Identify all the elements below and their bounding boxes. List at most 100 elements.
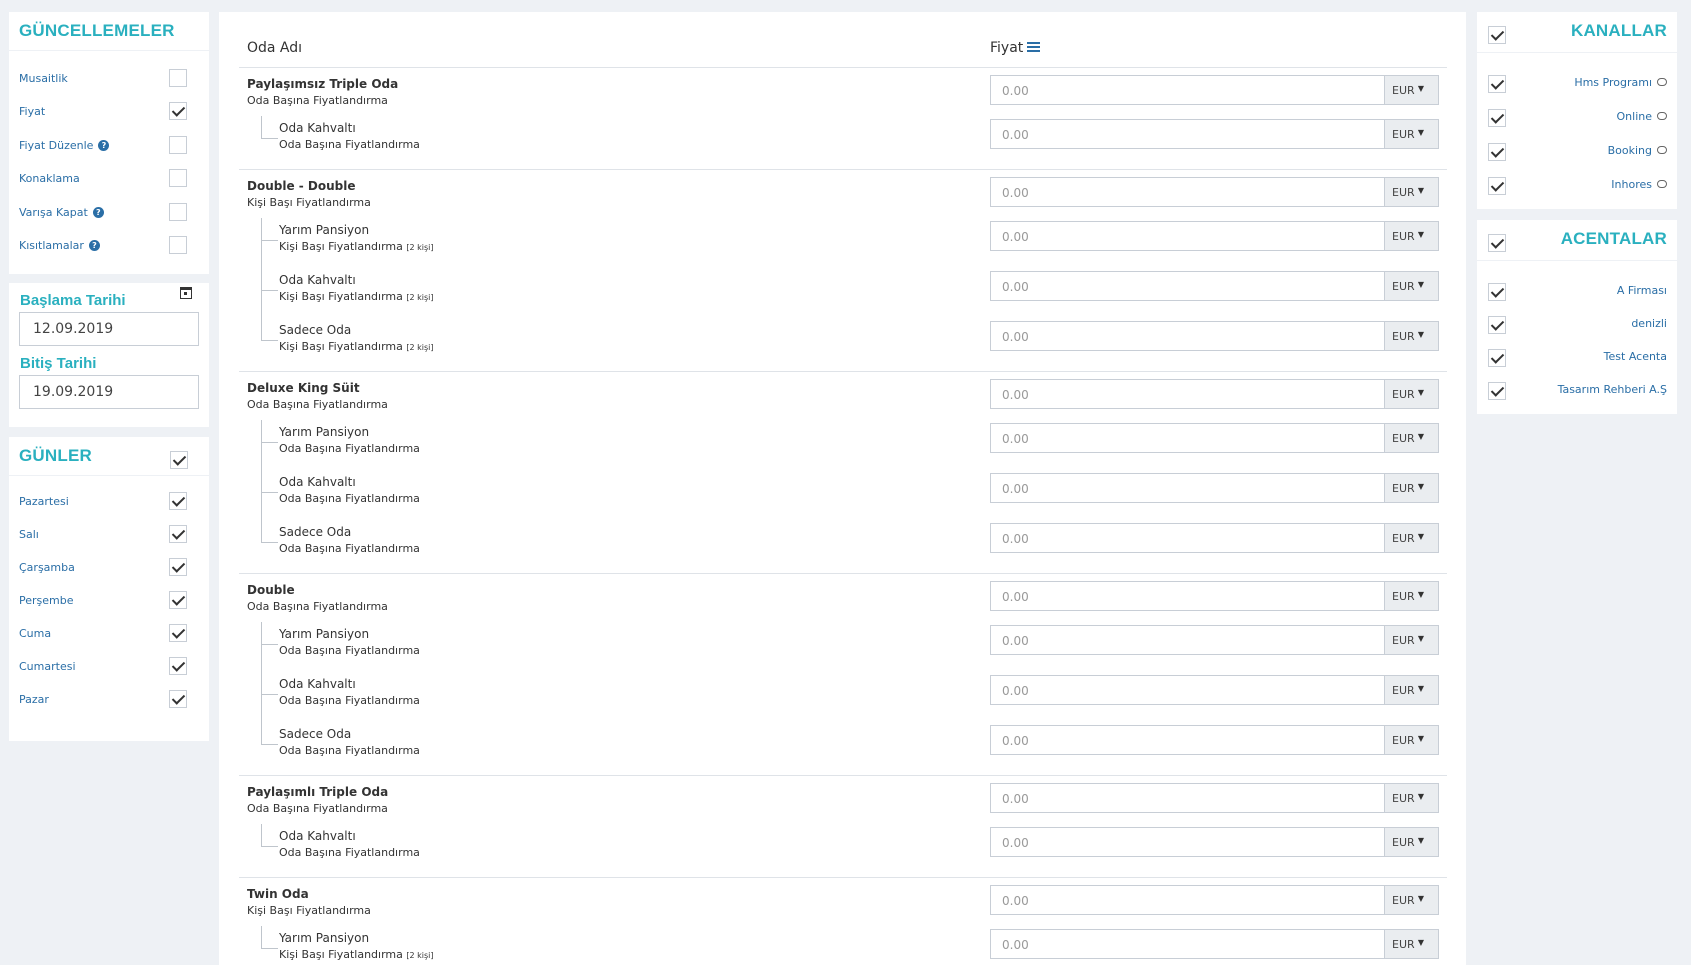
- day-label: Perşembe: [19, 594, 74, 607]
- agencies-all-checkbox[interactable]: [1488, 234, 1506, 252]
- comment-icon[interactable]: [1657, 146, 1667, 154]
- update-option-checkbox[interactable]: [169, 169, 187, 188]
- rate-plan-name: Yarım Pansiyon: [279, 223, 370, 237]
- agencies-item-label: Test Acenta: [1603, 350, 1667, 363]
- room-name: Paylaşımsız Triple Oda: [247, 77, 399, 91]
- rate-plan-pricing-type: Oda Başına Fiyatlandırma: [279, 846, 420, 859]
- currency-select[interactable]: EUR: [1384, 675, 1439, 705]
- currency-select[interactable]: EUR: [1384, 119, 1439, 149]
- room-pricing-type: Oda Başına Fiyatlandırma: [247, 802, 388, 815]
- rate-plan-name: Yarım Pansiyon: [279, 931, 370, 945]
- rate-plan-name: Oda Kahvaltı: [279, 677, 356, 691]
- currency-select[interactable]: EUR: [1384, 379, 1439, 409]
- price-input[interactable]: 0.00: [990, 523, 1384, 553]
- currency-select[interactable]: EUR: [1384, 75, 1439, 105]
- currency-select[interactable]: EUR: [1384, 177, 1439, 207]
- price-input[interactable]: 0.00: [990, 675, 1384, 705]
- price-input[interactable]: 0.00: [990, 379, 1384, 409]
- currency-select[interactable]: EUR: [1384, 271, 1439, 301]
- agencies-item-checkbox[interactable]: [1488, 283, 1506, 301]
- price-input[interactable]: 0.00: [990, 885, 1384, 915]
- price-input[interactable]: 0.00: [990, 119, 1384, 149]
- day-checkbox[interactable]: [169, 591, 187, 609]
- day-checkbox[interactable]: [169, 558, 187, 576]
- currency-select[interactable]: EUR: [1384, 725, 1439, 755]
- channels-item-label: Online: [1617, 110, 1667, 123]
- rate-plan-name: Oda Kahvaltı: [279, 121, 356, 135]
- update-option-checkbox[interactable]: [169, 102, 187, 121]
- price-input[interactable]: 0.00: [990, 725, 1384, 755]
- price-input[interactable]: 0.00: [990, 625, 1384, 655]
- update-option-checkbox[interactable]: [169, 202, 187, 221]
- list-icon[interactable]: [1027, 42, 1041, 52]
- help-icon[interactable]: ?: [98, 139, 110, 151]
- day-checkbox[interactable]: [169, 690, 187, 708]
- currency-select[interactable]: EUR: [1384, 827, 1439, 857]
- channels-item-checkbox[interactable]: [1488, 75, 1506, 93]
- currency-select[interactable]: EUR: [1384, 221, 1439, 251]
- guest-count-note: [2 kişi]: [406, 343, 434, 352]
- price-input[interactable]: 0.00: [990, 423, 1384, 453]
- channels-all-checkbox[interactable]: [1488, 26, 1506, 44]
- room-pricing-type: Kişi Başı Fiyatlandırma: [247, 196, 371, 209]
- rate-plan-name: Yarım Pansiyon: [279, 627, 370, 641]
- day-label: Salı: [19, 528, 39, 541]
- channels-item-checkbox[interactable]: [1488, 143, 1506, 161]
- calendar-icon[interactable]: [180, 287, 192, 299]
- day-label: Pazartesi: [19, 495, 69, 508]
- price-input[interactable]: 0.00: [990, 321, 1384, 351]
- day-checkbox[interactable]: [169, 657, 187, 675]
- room-name: Double - Double: [247, 179, 356, 193]
- help-icon[interactable]: ?: [88, 240, 100, 251]
- rate-plan-pricing-type: Oda Başına Fiyatlandırma: [279, 492, 420, 505]
- comment-icon[interactable]: [1657, 180, 1667, 188]
- currency-select[interactable]: EUR: [1384, 929, 1439, 959]
- currency-select[interactable]: EUR: [1384, 423, 1439, 453]
- price-input[interactable]: 0.00: [990, 929, 1384, 959]
- price-input[interactable]: 0.00: [990, 473, 1384, 503]
- currency-select[interactable]: EUR: [1384, 581, 1439, 611]
- currency-select[interactable]: EUR: [1384, 321, 1439, 351]
- day-checkbox[interactable]: [169, 492, 187, 510]
- price-input[interactable]: 0.00: [990, 827, 1384, 857]
- column-room-name: Oda Adı: [247, 40, 303, 56]
- update-option-checkbox[interactable]: [169, 236, 187, 254]
- currency-select[interactable]: EUR: [1384, 885, 1439, 915]
- room-name: Paylaşımlı Triple Oda: [247, 785, 389, 799]
- end-date-label: Bitiş Tarihi: [20, 355, 97, 372]
- update-option-checkbox[interactable]: [169, 135, 187, 154]
- agencies-item-label: A Firması: [1616, 284, 1667, 297]
- price-input[interactable]: 0.00: [990, 75, 1384, 105]
- currency-select[interactable]: EUR: [1384, 473, 1439, 503]
- channels-item-label: Booking: [1608, 144, 1667, 157]
- update-option-checkbox[interactable]: [169, 69, 187, 87]
- update-option-label: Fiyat Düzenle?: [19, 139, 110, 152]
- price-input[interactable]: 0.00: [990, 221, 1384, 251]
- rate-plan-name: Yarım Pansiyon: [279, 425, 370, 439]
- currency-select[interactable]: EUR: [1384, 523, 1439, 553]
- updates-panel: GÜNCELLEMELER Musaitlik Fiyat Fiyat Düzenl…: [9, 12, 209, 274]
- currency-select[interactable]: EUR: [1384, 783, 1439, 813]
- days-all-checkbox[interactable]: [170, 451, 188, 469]
- price-input[interactable]: 0.00: [990, 581, 1384, 611]
- price-input[interactable]: 0.00: [990, 177, 1384, 207]
- agencies-item-checkbox[interactable]: [1488, 349, 1506, 367]
- dates-panel: Başlama Tarihi 12.09.2019 Bitiş Tarihi 1…: [9, 283, 209, 427]
- channels-item-checkbox[interactable]: [1488, 177, 1506, 195]
- rate-plan-name: Oda Kahvaltı: [279, 475, 356, 489]
- currency-select[interactable]: EUR: [1384, 625, 1439, 655]
- day-checkbox[interactable]: [169, 525, 187, 543]
- rate-plan-name: Sadece Oda: [279, 323, 352, 337]
- agencies-item-label: Tasarım Rehberi A.Ş: [1557, 383, 1667, 396]
- comment-icon[interactable]: [1657, 112, 1667, 120]
- price-input[interactable]: 0.00: [990, 271, 1384, 301]
- agencies-item-checkbox[interactable]: [1488, 316, 1506, 334]
- day-checkbox[interactable]: [169, 624, 187, 642]
- price-input[interactable]: 0.00: [990, 783, 1384, 813]
- channels-item-checkbox[interactable]: [1488, 109, 1506, 127]
- agencies-item-checkbox[interactable]: [1488, 382, 1506, 400]
- end-date-input[interactable]: 19.09.2019: [19, 375, 199, 409]
- comment-icon[interactable]: [1657, 78, 1667, 86]
- start-date-input[interactable]: 12.09.2019: [19, 312, 199, 346]
- help-icon[interactable]: ?: [92, 206, 104, 218]
